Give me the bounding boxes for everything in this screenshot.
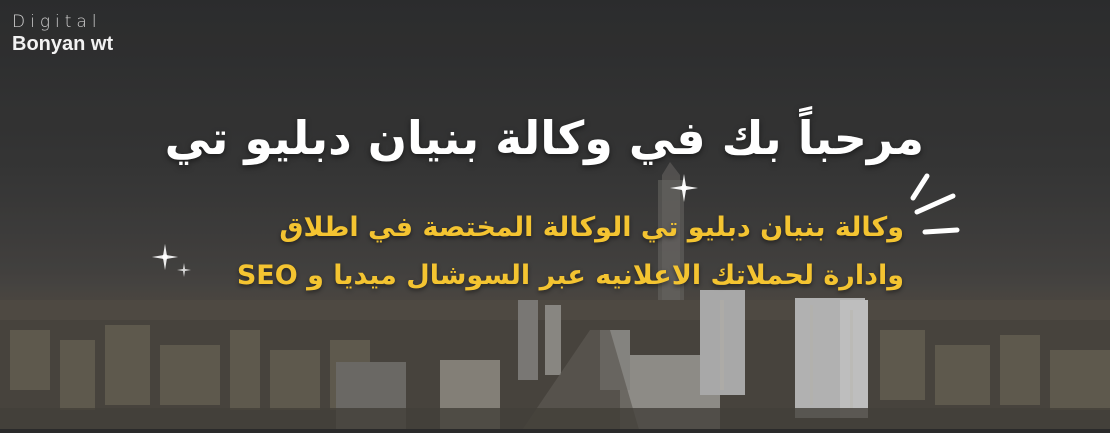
hero-banner: Digital Bonyan wt مرحباً بك في وكالة بني… xyxy=(0,0,1110,433)
hero-subtext-line-1: وكالة بنيان دبليو تي الوكالة المختصة في … xyxy=(279,212,904,243)
sparkle-icon xyxy=(670,174,698,202)
emphasis-strokes-icon xyxy=(910,173,960,235)
hero-subtext-line-2: وادارة لحملاتك الاعلانيه عبر السوشال ميد… xyxy=(236,260,904,291)
hero-headline: مرحباً بك في وكالة بنيان دبليو تي xyxy=(164,111,924,165)
brand-logo[interactable]: Digital Bonyan wt xyxy=(12,12,113,56)
bottom-divider xyxy=(0,429,1110,433)
sparkle-icon xyxy=(177,263,191,277)
logo-wordmark: Bonyan wt xyxy=(12,33,114,55)
hero-subtext: وكالة بنيان دبليو تي الوكالة المختصة في … xyxy=(144,204,904,300)
logo-tagline: Digital xyxy=(12,12,102,32)
